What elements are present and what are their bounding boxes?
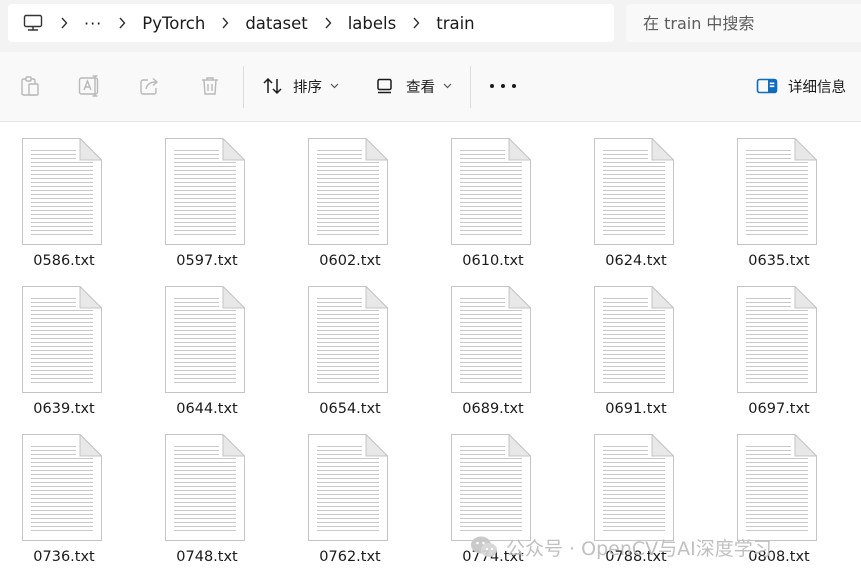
command-bar: 排序 查看 详细信息 [0, 52, 861, 122]
file-name: 0748.txt [176, 549, 238, 565]
breadcrumb-overflow[interactable]: ··· [84, 14, 102, 33]
more-dot-icon [512, 84, 516, 88]
view-icon [376, 78, 394, 94]
text-file-icon [308, 286, 388, 393]
address-bar[interactable]: ··· PyTorch dataset labels train [8, 4, 614, 42]
text-file-icon [165, 138, 245, 245]
file-item[interactable]: 0624.txt [572, 122, 692, 269]
file-name: 0586.txt [33, 253, 95, 269]
text-file-icon [165, 434, 245, 541]
text-file-icon [451, 138, 531, 245]
search-input[interactable] [626, 4, 861, 42]
sort-button[interactable]: 排序 [262, 73, 339, 99]
text-file-icon [594, 434, 674, 541]
file-item[interactable]: 0697.txt [715, 270, 835, 417]
chevron-down-icon [443, 83, 452, 89]
file-item[interactable]: 0597.txt [143, 122, 263, 269]
text-file-icon [308, 138, 388, 245]
text-file-icon [451, 286, 531, 393]
clipboard-icon[interactable] [18, 74, 42, 98]
file-name: 0610.txt [462, 253, 524, 269]
file-item[interactable]: 0691.txt [572, 270, 692, 417]
text-file-icon [22, 138, 102, 245]
breadcrumb-pytorch[interactable]: PyTorch [142, 14, 205, 33]
file-name: 0602.txt [319, 253, 381, 269]
view-button[interactable]: 查看 [376, 73, 452, 99]
view-label: 查看 [406, 79, 435, 96]
chevron-down-icon [330, 83, 339, 89]
breadcrumb-labels[interactable]: labels [348, 14, 397, 33]
sort-label: 排序 [293, 79, 322, 96]
file-item[interactable]: 0762.txt [286, 418, 406, 565]
file-item[interactable]: 0748.txt [143, 418, 263, 565]
file-item[interactable]: 0639.txt [0, 270, 120, 417]
chevron-right-icon[interactable] [410, 17, 422, 29]
text-file-icon [594, 286, 674, 393]
details-pane-icon [756, 78, 778, 94]
file-item[interactable]: 0610.txt [429, 122, 549, 269]
text-file-icon [594, 138, 674, 245]
more-dot-icon [490, 84, 494, 88]
file-name: 0697.txt [748, 401, 810, 417]
file-name: 0635.txt [748, 253, 810, 269]
chevron-right-icon[interactable] [116, 17, 128, 29]
sort-icon [262, 76, 284, 96]
file-item[interactable]: 0689.txt [429, 270, 549, 417]
file-item[interactable]: 0644.txt [143, 270, 263, 417]
more-dot-icon [501, 84, 505, 88]
details-label: 详细信息 [788, 79, 846, 96]
text-file-icon [451, 434, 531, 541]
text-file-icon [165, 286, 245, 393]
file-item[interactable]: 0586.txt [0, 122, 120, 269]
delete-icon[interactable] [198, 74, 222, 98]
details-button[interactable]: 详细信息 [756, 73, 846, 99]
chevron-right-icon[interactable] [219, 17, 231, 29]
toolbar-divider [243, 66, 244, 108]
file-name: 0762.txt [319, 549, 381, 565]
file-name: 0654.txt [319, 401, 381, 417]
text-file-icon [737, 434, 817, 541]
breadcrumb-dataset[interactable]: dataset [245, 14, 307, 33]
file-item[interactable]: 0736.txt [0, 418, 120, 565]
text-file-icon [308, 434, 388, 541]
file-item[interactable]: 0635.txt [715, 122, 835, 269]
watermark-text: 公众号 · OpenCV与AI深度学习 [506, 537, 772, 560]
file-grid: 0586.txt 0597.txt 0602.txt 0610.txt 0624… [0, 122, 861, 581]
this-pc-icon[interactable] [22, 12, 44, 34]
file-item[interactable]: 0602.txt [286, 122, 406, 269]
file-name: 0597.txt [176, 253, 238, 269]
text-file-icon [737, 286, 817, 393]
address-bar-area: ··· PyTorch dataset labels train [0, 0, 861, 52]
file-name: 0736.txt [33, 549, 95, 565]
file-name: 0639.txt [33, 401, 95, 417]
more-options-button[interactable] [490, 75, 516, 97]
file-name: 0689.txt [462, 401, 524, 417]
chevron-right-icon[interactable] [58, 17, 70, 29]
text-file-icon [22, 286, 102, 393]
share-icon[interactable] [138, 74, 162, 98]
file-item[interactable]: 0654.txt [286, 270, 406, 417]
breadcrumb-train[interactable]: train [436, 14, 474, 33]
toolbar-divider [470, 66, 471, 108]
chevron-right-icon[interactable] [322, 17, 334, 29]
file-name: 0691.txt [605, 401, 667, 417]
file-name: 0644.txt [176, 401, 238, 417]
watermark: 公众号 · OpenCV与AI深度学习 [470, 534, 772, 560]
text-file-icon [737, 138, 817, 245]
wechat-logo-icon [471, 536, 497, 557]
file-name: 0624.txt [605, 253, 667, 269]
rename-icon[interactable] [78, 74, 102, 98]
text-file-icon [22, 434, 102, 541]
